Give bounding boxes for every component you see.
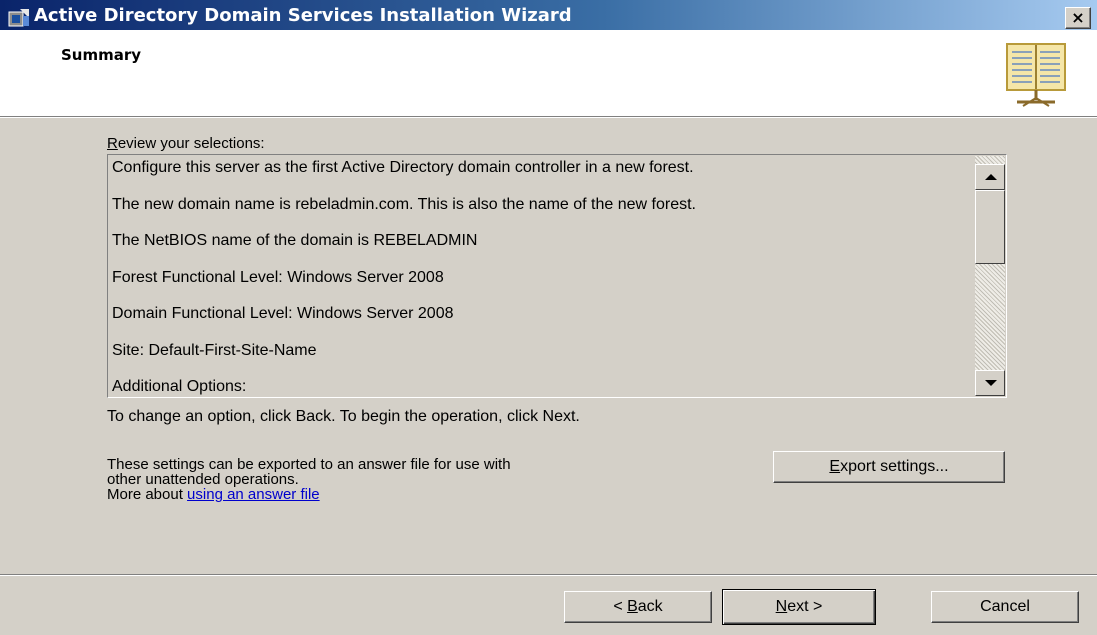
next-button[interactable]: Next > bbox=[722, 589, 876, 625]
book-icon bbox=[1006, 43, 1066, 107]
scroll-thumb[interactable] bbox=[975, 190, 1005, 264]
arrow-up-icon bbox=[985, 174, 997, 180]
footer-separator bbox=[0, 574, 1097, 576]
page-title: Summary bbox=[61, 46, 142, 64]
summary-line: The NetBIOS name of the domain is REBELA… bbox=[112, 232, 478, 249]
answer-file-link[interactable]: using an answer file bbox=[187, 486, 320, 503]
close-icon: × bbox=[1071, 8, 1085, 27]
close-button[interactable]: × bbox=[1065, 7, 1091, 29]
export-settings-button[interactable]: Export settings... bbox=[773, 451, 1005, 483]
summary-line: The new domain name is rebeladmin.com. T… bbox=[112, 195, 696, 213]
summary-listbox[interactable]: Configure this server as the first Activ… bbox=[107, 154, 1007, 398]
window-title: Active Directory Domain Services Install… bbox=[34, 5, 572, 26]
scroll-down-button[interactable] bbox=[975, 370, 1005, 396]
export-description-line: other unattended operations. bbox=[107, 471, 299, 488]
wizard-app-icon bbox=[8, 9, 29, 27]
summary-line: Configure this server as the first Activ… bbox=[112, 159, 694, 176]
arrow-down-icon bbox=[985, 380, 997, 386]
export-description: These settings can be exported to an ans… bbox=[107, 457, 757, 502]
scroll-up-button[interactable] bbox=[975, 164, 1005, 190]
summary-line: Site: Default-First-Site-Name bbox=[112, 341, 317, 359]
review-label: Review your selections: bbox=[107, 135, 265, 152]
summary-lines: Configure this server as the first Activ… bbox=[112, 158, 970, 397]
wizard-header: Summary bbox=[0, 30, 1097, 117]
summary-line: Forest Functional Level: Windows Server … bbox=[112, 268, 444, 286]
summary-line: Additional Options: bbox=[112, 378, 247, 395]
title-bar[interactable]: Active Directory Domain Services Install… bbox=[0, 0, 1097, 30]
vertical-scrollbar[interactable] bbox=[975, 156, 1005, 396]
cancel-button[interactable]: Cancel bbox=[931, 591, 1079, 623]
back-button[interactable]: < Back bbox=[564, 591, 712, 623]
summary-line: Domain Functional Level: Windows Server … bbox=[112, 305, 454, 322]
export-description-line: These settings can be exported to an ans… bbox=[107, 456, 511, 473]
more-about-line: More about using an answer file bbox=[107, 486, 320, 503]
instructions-text: To change an option, click Back. To begi… bbox=[107, 408, 580, 425]
